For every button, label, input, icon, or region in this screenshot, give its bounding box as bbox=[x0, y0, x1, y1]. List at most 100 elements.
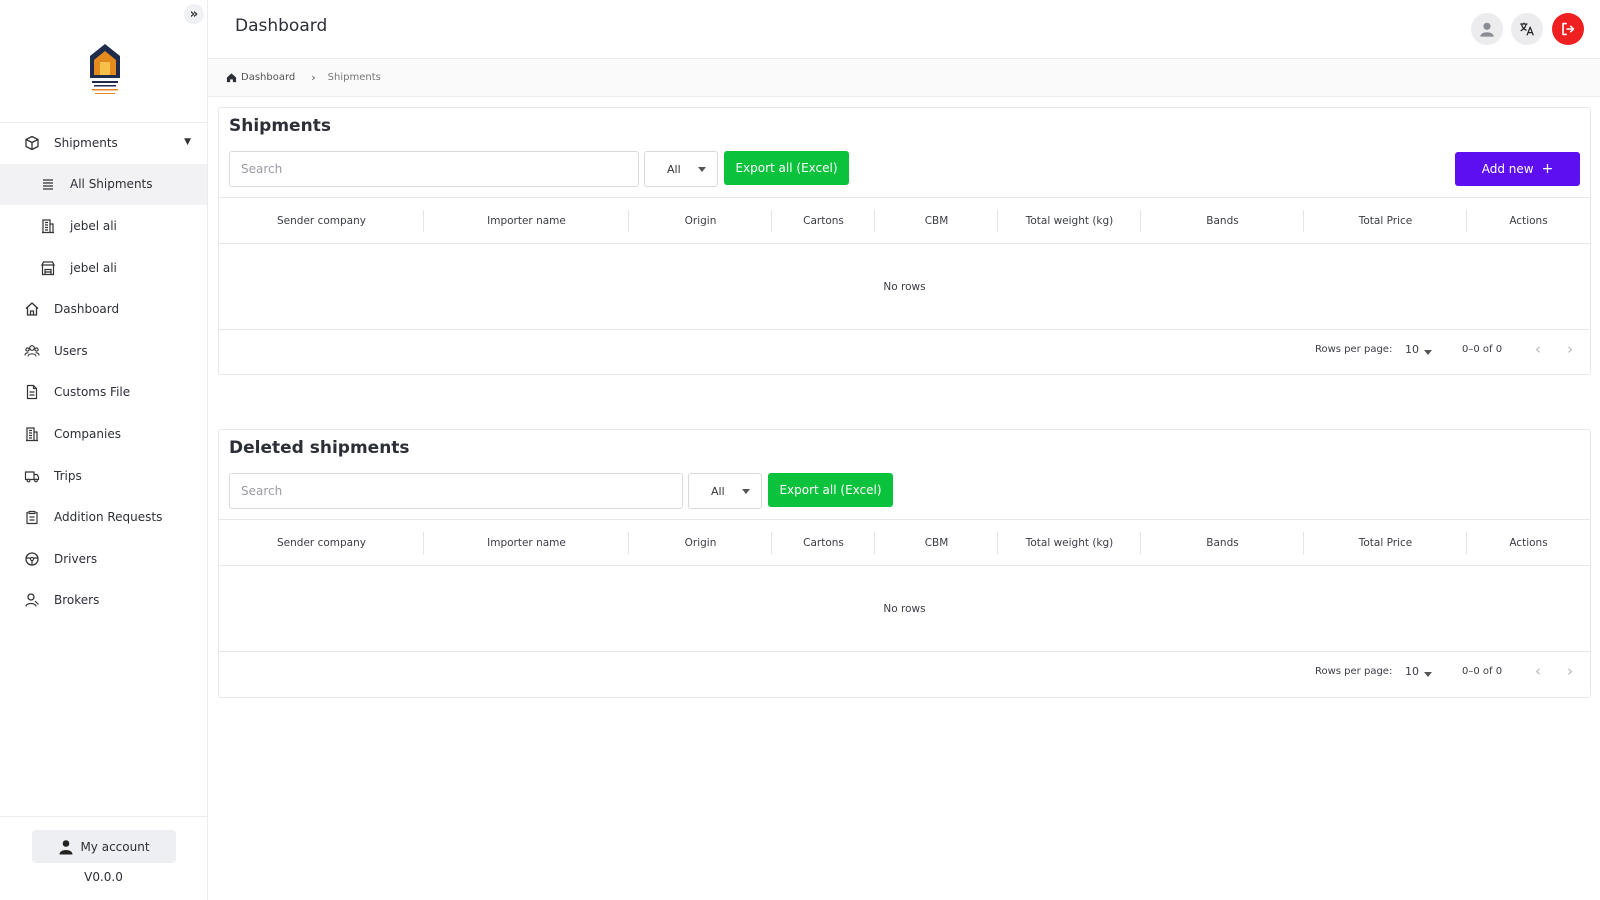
rows-per-page-select[interactable]: 10 bbox=[1405, 343, 1419, 356]
breadcrumb-home-link[interactable]: Dashboard bbox=[241, 72, 295, 83]
column-header[interactable]: Importer name bbox=[424, 198, 629, 243]
add-new-button[interactable]: Add new + bbox=[1455, 152, 1580, 186]
sidebar-item-brokers[interactable]: Brokers bbox=[0, 580, 207, 622]
caret-down-icon[interactable] bbox=[1424, 672, 1432, 677]
filter-select[interactable]: All bbox=[688, 473, 762, 509]
user-avatar-button[interactable] bbox=[1471, 13, 1503, 45]
sidebar-item-shipments[interactable]: Shipments ▼ bbox=[0, 122, 207, 164]
building-icon bbox=[40, 218, 56, 234]
column-header[interactable]: Cartons bbox=[772, 520, 875, 565]
section-title: Deleted shipments bbox=[229, 438, 410, 458]
sidebar-nav: Shipments ▼ All Shipments jebel ali jebe… bbox=[0, 122, 207, 621]
column-header[interactable]: Sender company bbox=[219, 198, 424, 243]
store-icon bbox=[40, 260, 56, 276]
filter-select[interactable]: All bbox=[644, 151, 718, 187]
column-header[interactable]: Origin bbox=[629, 520, 772, 565]
search-input[interactable]: Search bbox=[229, 151, 639, 187]
shipments-card: Shipments Search All Export all (Excel) … bbox=[218, 107, 1591, 375]
sidebar: » Shipments ▼ All Shipments jebel ali je… bbox=[0, 0, 208, 900]
filter-select-value: All bbox=[667, 162, 681, 176]
rows-per-page-label: Rows per page: bbox=[1315, 666, 1393, 677]
previous-page-icon[interactable]: ‹ bbox=[1535, 340, 1541, 358]
sidebar-item-label: Trips bbox=[54, 468, 82, 483]
company-logo bbox=[80, 38, 130, 98]
column-header[interactable]: Total Price bbox=[1304, 520, 1467, 565]
sidebar-item-jebel-ali-2[interactable]: jebel ali bbox=[0, 247, 207, 289]
pagination-range: 0–0 of 0 bbox=[1462, 666, 1503, 677]
table-pagination: Rows per page: 10 0–0 of 0 ‹ › bbox=[219, 330, 1590, 374]
sidebar-item-label: Users bbox=[54, 343, 88, 358]
table-pagination: Rows per page: 10 0–0 of 0 ‹ › bbox=[219, 652, 1590, 696]
page-title: Dashboard bbox=[235, 16, 328, 36]
home-icon bbox=[226, 73, 237, 83]
clipboard-icon bbox=[24, 509, 40, 525]
home-icon bbox=[24, 301, 40, 317]
plus-icon: + bbox=[1541, 161, 1554, 177]
logout-icon bbox=[1562, 22, 1575, 36]
empty-table-message: No rows bbox=[219, 566, 1590, 652]
sidebar-footer: My account V0.0.0 bbox=[0, 816, 207, 900]
sidebar-item-label: Companies bbox=[54, 426, 121, 441]
sidebar-item-label: jebel ali bbox=[70, 218, 117, 233]
translate-icon bbox=[1520, 22, 1534, 36]
export-excel-button[interactable]: Export all (Excel) bbox=[768, 473, 893, 507]
column-header[interactable]: Importer name bbox=[424, 520, 629, 565]
sidebar-item-all-shipments[interactable]: All Shipments bbox=[0, 163, 207, 206]
sidebar-item-label: Addition Requests bbox=[54, 510, 163, 525]
breadcrumb: Dashboard › Shipments bbox=[208, 59, 1600, 97]
sidebar-item-addition-requests[interactable]: Addition Requests bbox=[0, 496, 207, 538]
sidebar-item-drivers[interactable]: Drivers bbox=[0, 538, 207, 580]
next-page-icon[interactable]: › bbox=[1567, 340, 1573, 358]
sidebar-item-jebel-ali-1[interactable]: jebel ali bbox=[0, 205, 207, 247]
caret-down-icon[interactable] bbox=[1424, 350, 1432, 355]
list-icon bbox=[40, 176, 56, 192]
empty-table-message: No rows bbox=[219, 244, 1590, 330]
collapse-sidebar-icon[interactable]: » bbox=[184, 4, 204, 24]
previous-page-icon[interactable]: ‹ bbox=[1535, 662, 1541, 680]
users-icon bbox=[24, 343, 40, 359]
steering-wheel-icon bbox=[24, 551, 40, 567]
section-title: Shipments bbox=[229, 116, 331, 136]
column-header[interactable]: Total weight (kg) bbox=[998, 520, 1141, 565]
column-header[interactable]: Cartons bbox=[772, 198, 875, 243]
deleted-shipments-card: Deleted shipments Search All Export all … bbox=[218, 429, 1591, 698]
sidebar-item-label: Brokers bbox=[54, 593, 100, 608]
export-excel-button[interactable]: Export all (Excel) bbox=[724, 151, 849, 185]
table-header: Sender company Importer name Origin Cart… bbox=[219, 519, 1590, 566]
sidebar-item-dashboard[interactable]: Dashboard bbox=[0, 288, 207, 330]
file-icon bbox=[24, 384, 40, 400]
column-header[interactable]: Total Price bbox=[1304, 198, 1467, 243]
search-input[interactable]: Search bbox=[229, 473, 683, 509]
person-icon bbox=[59, 839, 73, 854]
sidebar-item-companies[interactable]: Companies bbox=[0, 413, 207, 455]
column-header[interactable]: Sender company bbox=[219, 520, 424, 565]
person-icon bbox=[24, 592, 40, 608]
column-header[interactable]: Total weight (kg) bbox=[998, 198, 1141, 243]
column-header[interactable]: Bands bbox=[1141, 198, 1304, 243]
column-header[interactable]: Actions bbox=[1467, 520, 1590, 565]
caret-down-icon bbox=[742, 489, 750, 494]
column-header[interactable]: Origin bbox=[629, 198, 772, 243]
language-button[interactable] bbox=[1511, 13, 1543, 45]
sidebar-item-trips[interactable]: Trips bbox=[0, 455, 207, 497]
sidebar-item-label: All Shipments bbox=[70, 177, 153, 192]
sidebar-item-label: Shipments bbox=[54, 135, 118, 150]
sidebar-item-label: Customs File bbox=[54, 385, 131, 400]
sidebar-item-label: jebel ali bbox=[70, 260, 117, 275]
sidebar-item-label: Drivers bbox=[54, 551, 98, 566]
rows-per-page-label: Rows per page: bbox=[1315, 344, 1393, 355]
building-icon bbox=[24, 426, 40, 442]
column-header[interactable]: CBM bbox=[875, 520, 998, 565]
sidebar-item-label: Dashboard bbox=[54, 302, 120, 317]
my-account-button[interactable]: My account bbox=[32, 830, 176, 863]
rows-per-page-select[interactable]: 10 bbox=[1405, 665, 1419, 678]
sidebar-item-customs-file[interactable]: Customs File bbox=[0, 372, 207, 414]
next-page-icon[interactable]: › bbox=[1567, 662, 1573, 680]
top-header: Dashboard bbox=[208, 0, 1600, 59]
logout-button[interactable] bbox=[1552, 13, 1584, 45]
chevron-down-icon[interactable]: ▼ bbox=[184, 137, 191, 147]
column-header[interactable]: Actions bbox=[1467, 198, 1590, 243]
column-header[interactable]: Bands bbox=[1141, 520, 1304, 565]
sidebar-item-users[interactable]: Users bbox=[0, 330, 207, 372]
column-header[interactable]: CBM bbox=[875, 198, 998, 243]
